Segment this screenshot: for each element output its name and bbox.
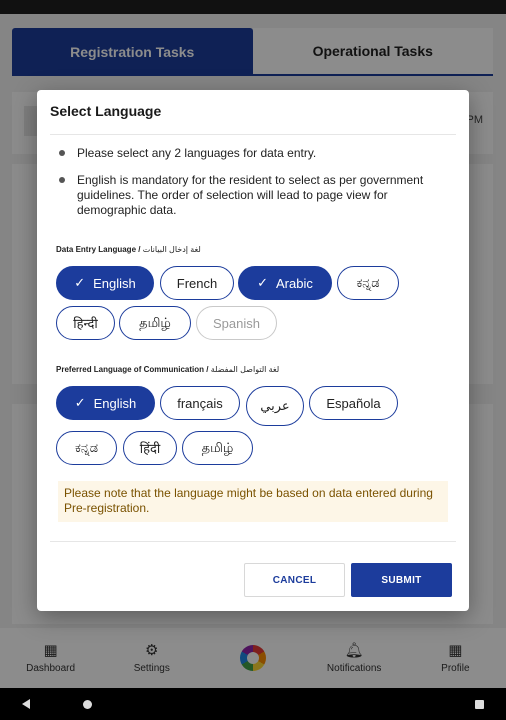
chip-label: Spanish [213, 315, 260, 331]
instruction-text: Please select any 2 languages for data e… [77, 146, 317, 160]
preferred-chip-arabic[interactable]: عربي [246, 386, 304, 426]
pre-registration-note: Please note that the language might be b… [58, 481, 448, 522]
check-icon: ✓ [74, 275, 86, 290]
recents-icon[interactable] [475, 699, 484, 709]
footer-divider [50, 541, 456, 542]
preferred-label-ar: لغة التواصل المفضلة [210, 365, 280, 374]
chip-label: ಕನ್ನಡ [356, 275, 380, 290]
instruction-list: Please select any 2 languages for data e… [57, 146, 447, 230]
chip-label: Arabic [276, 275, 313, 291]
preferred-language-label: Preferred Language of Communication / لغ… [56, 365, 279, 374]
preferred-chip-french[interactable]: français [160, 386, 240, 420]
data-entry-chip-kannada[interactable]: ಕನ್ನಡ [337, 266, 399, 300]
chip-label: தமிழ் [139, 314, 171, 330]
data-entry-label-ar: لغة إدخال البيانات [142, 245, 201, 254]
data-entry-chip-arabic[interactable]: ✓ Arabic [238, 266, 332, 300]
home-icon[interactable] [83, 699, 92, 709]
chip-label: ಕನ್ನಡ [74, 440, 99, 455]
status-bar [0, 0, 506, 14]
chip-label: हिंदी [139, 441, 161, 456]
bullet-icon [59, 177, 65, 183]
preferred-chip-kannada[interactable]: ಕನ್ನಡ [56, 431, 117, 465]
chip-label: français [177, 395, 223, 411]
preferred-chip-tamil[interactable]: தமிழ் [182, 431, 253, 465]
system-navigation-bar [0, 688, 506, 720]
instruction-text: English is mandatory for the resident to… [77, 173, 424, 217]
preferred-label-en: Preferred Language of Communication / [56, 365, 211, 374]
chip-label: हिन्दी [73, 316, 98, 331]
check-icon: ✓ [257, 275, 269, 290]
dialog-title: Select Language [50, 103, 162, 119]
instruction-item: Please select any 2 languages for data e… [57, 146, 447, 161]
data-entry-language-label: Data Entry Language / لغة إدخال البيانات [56, 245, 201, 254]
data-entry-chip-french[interactable]: French [160, 266, 234, 300]
chip-label: Española [326, 395, 381, 411]
preferred-chip-english[interactable]: ✓ English [56, 386, 155, 420]
chip-label: English [93, 395, 137, 411]
back-icon[interactable] [22, 699, 30, 709]
chip-label: தமிழ் [201, 439, 234, 455]
preferred-chip-espanola[interactable]: Española [309, 386, 398, 420]
chip-label: English [93, 275, 136, 291]
chip-label: عربي [260, 398, 290, 413]
preferred-chip-hindi[interactable]: हिंदी [123, 431, 177, 465]
cancel-button[interactable]: CANCEL [244, 563, 345, 597]
data-entry-chip-hindi[interactable]: हिन्दी [56, 306, 115, 340]
submit-button[interactable]: SUBMIT [351, 563, 452, 597]
data-entry-chip-spanish: Spanish [196, 306, 277, 340]
title-divider [50, 134, 456, 135]
chip-label: French [176, 275, 218, 291]
bullet-icon [59, 150, 65, 156]
data-entry-label-en: Data Entry Language / [56, 245, 143, 254]
check-icon: ✓ [74, 395, 86, 410]
data-entry-chip-english[interactable]: ✓ English [56, 266, 154, 300]
select-language-dialog: Select Language Please select any 2 lang… [37, 90, 469, 611]
instruction-item: English is mandatory for the resident to… [57, 173, 447, 218]
data-entry-chip-tamil[interactable]: தமிழ் [119, 306, 191, 340]
